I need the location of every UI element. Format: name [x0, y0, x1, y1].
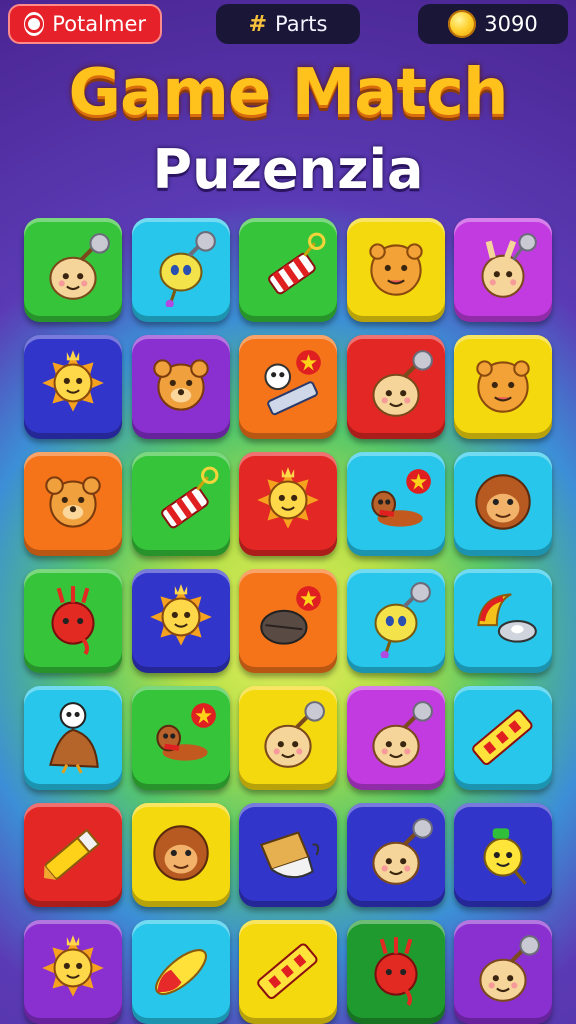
player-badge[interactable]: Potalmer [8, 4, 162, 44]
lion-face-icon [357, 229, 435, 311]
bear-face-icon [34, 463, 112, 545]
seal-creature-icon [357, 346, 435, 428]
game-subtitle: Puzenzia [152, 138, 424, 201]
board-tile[interactable] [454, 920, 552, 1024]
crayon-icon [34, 814, 112, 896]
parts-label: Parts [275, 12, 328, 36]
bomb-star-icon [249, 580, 327, 662]
rocket-icon [142, 931, 220, 1013]
board-tile[interactable] [24, 569, 122, 673]
board-tile[interactable] [239, 452, 337, 556]
beaver-star-icon [142, 697, 220, 779]
red-blob-icon [357, 931, 435, 1013]
seal-creature-icon [249, 697, 327, 779]
seal-creature-icon [357, 814, 435, 896]
board-tile[interactable] [239, 803, 337, 907]
board-tile[interactable] [24, 452, 122, 556]
hash-icon: # [248, 11, 268, 37]
seal-creature-icon [464, 931, 542, 1013]
board-tile[interactable] [454, 452, 552, 556]
book-icon [249, 814, 327, 896]
firecracker-icon [249, 229, 327, 311]
board-tile[interactable] [346, 218, 445, 322]
rattle-creature-icon [357, 580, 435, 662]
board-tile[interactable] [24, 803, 122, 907]
board-tile[interactable] [131, 803, 230, 907]
board-tile[interactable] [131, 452, 230, 556]
board-tile[interactable] [454, 686, 552, 790]
bear-face-icon [142, 346, 220, 428]
sun-creature-icon [249, 463, 327, 545]
board-tile[interactable] [454, 569, 552, 673]
board-tile[interactable] [346, 920, 445, 1024]
board-tile[interactable] [131, 920, 230, 1024]
bunny-creature-icon [464, 229, 542, 311]
board-tile[interactable] [24, 218, 122, 322]
board-tile[interactable] [239, 920, 337, 1024]
coin-icon [448, 10, 477, 38]
board-tile[interactable] [131, 686, 230, 790]
board-tile[interactable] [346, 452, 445, 556]
coin-amount: 3090 [484, 12, 538, 36]
beaver-star-icon [357, 463, 435, 545]
parts-counter[interactable]: # Parts [216, 4, 360, 44]
board-tile[interactable] [24, 335, 122, 439]
pin-face-icon [464, 814, 542, 896]
monkey-face-icon [464, 463, 542, 545]
game-title: Game Match [68, 56, 508, 130]
monkey-face-icon [142, 814, 220, 896]
board-tile[interactable] [346, 335, 445, 439]
board-tile[interactable] [454, 803, 552, 907]
board-tile[interactable] [346, 686, 445, 790]
seal-creature-icon [34, 229, 112, 311]
board-tile[interactable] [346, 569, 445, 673]
firecracker-icon [142, 463, 220, 545]
skull-bird-icon [34, 697, 112, 779]
cracker-stick-icon [464, 697, 542, 779]
sun-creature-icon [142, 580, 220, 662]
skull-rocket-icon [249, 346, 327, 428]
tile-board [24, 218, 552, 1024]
board-tile[interactable] [131, 218, 230, 322]
coin-counter[interactable]: 3090 [418, 4, 568, 44]
red-blob-icon [34, 580, 112, 662]
board-tile[interactable] [24, 920, 122, 1024]
top-bar: Potalmer # Parts 3090 [0, 0, 576, 50]
board-tile[interactable] [24, 686, 122, 790]
sun-creature-icon [34, 346, 112, 428]
board-tile[interactable] [346, 803, 445, 907]
location-pin-icon [24, 12, 45, 36]
board-tile[interactable] [239, 569, 337, 673]
rattle-creature-icon [142, 229, 220, 311]
sun-creature-icon [34, 931, 112, 1013]
helmet-icon [464, 580, 542, 662]
board-tile[interactable] [131, 335, 230, 439]
board-tile[interactable] [131, 569, 230, 673]
board-tile[interactable] [454, 218, 552, 322]
seal-creature-icon [357, 697, 435, 779]
board-tile[interactable] [239, 686, 337, 790]
lion-face-icon [464, 346, 542, 428]
board-tile[interactable] [239, 335, 337, 439]
board-tile[interactable] [239, 218, 337, 322]
player-name: Potalmer [52, 12, 146, 36]
board-tile[interactable] [454, 335, 552, 439]
cracker-stick-icon [249, 931, 327, 1013]
